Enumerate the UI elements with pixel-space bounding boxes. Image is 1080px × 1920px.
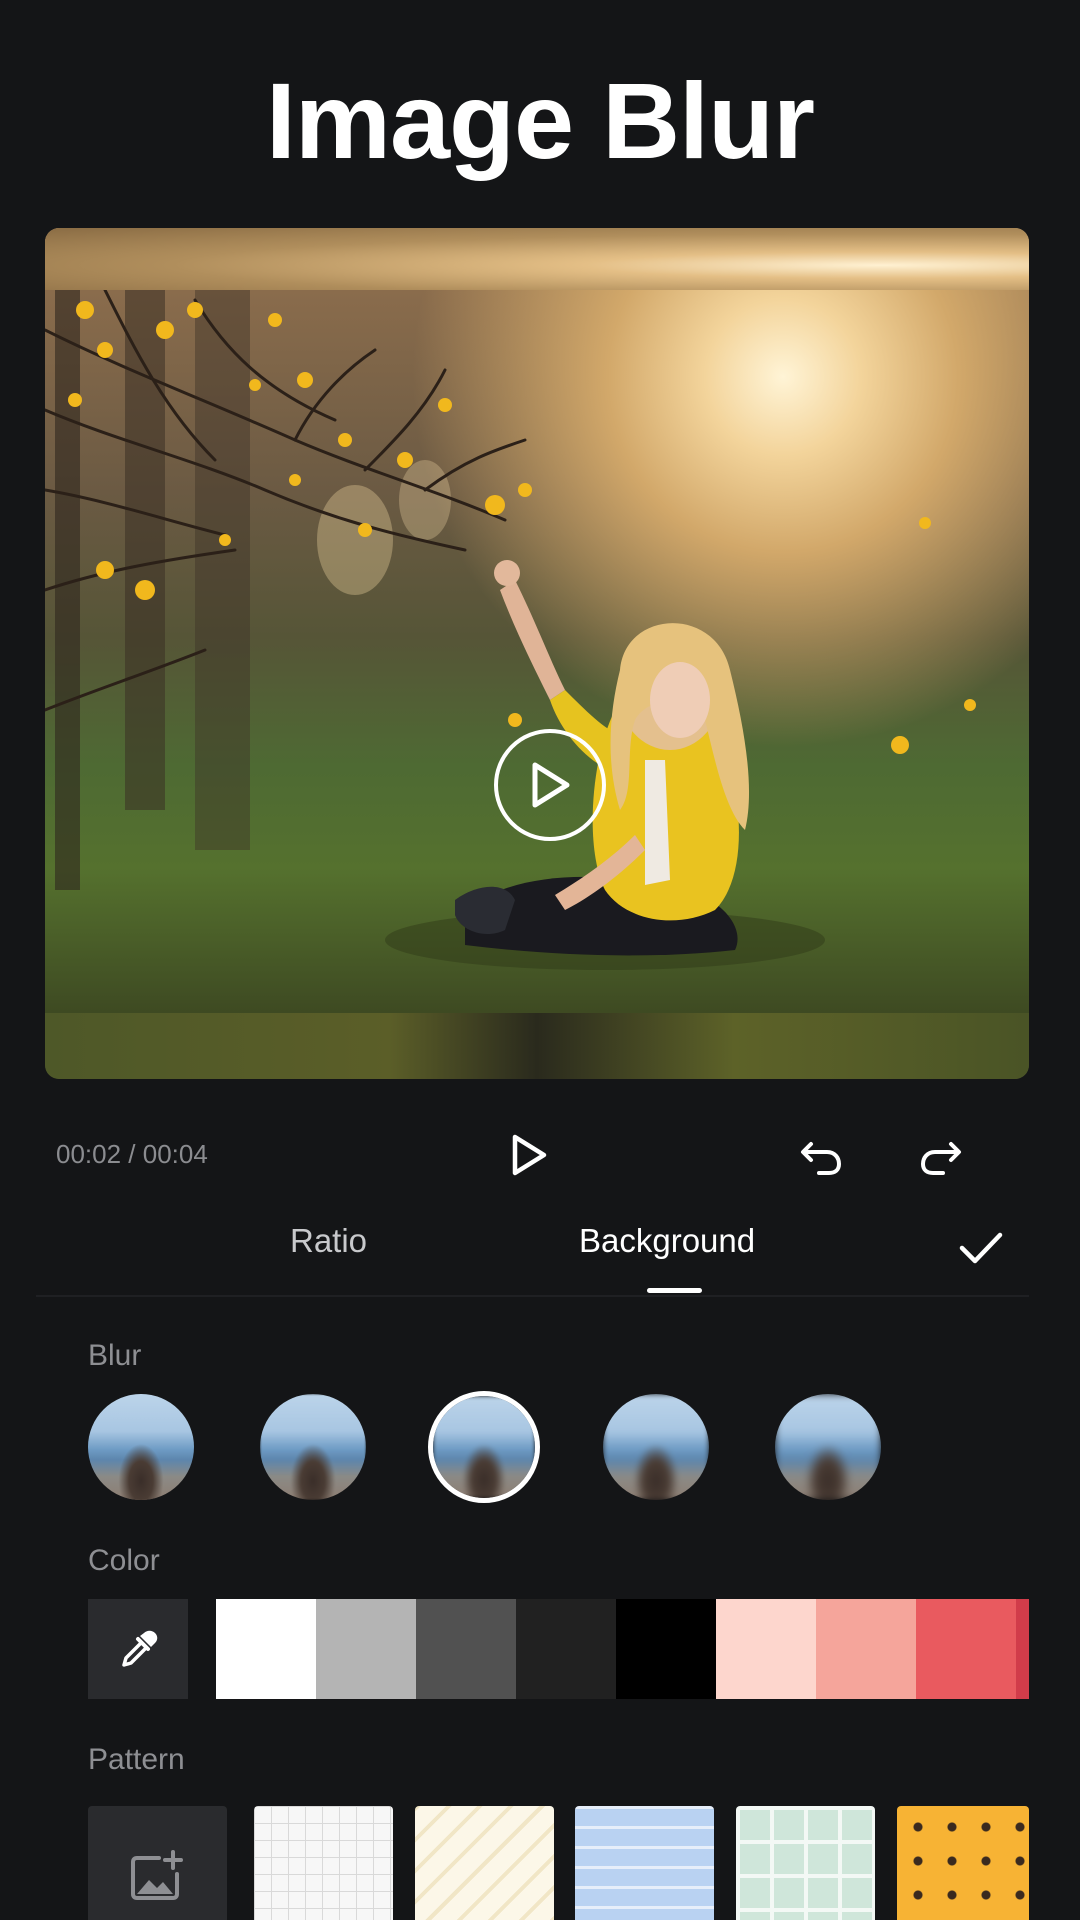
color-swatch[interactable] <box>816 1599 916 1699</box>
tab-ratio[interactable]: Ratio <box>290 1222 367 1260</box>
pattern-section-label: Pattern <box>88 1743 185 1776</box>
color-swatch[interactable] <box>616 1599 716 1699</box>
blur-thumbnail <box>88 1394 194 1500</box>
color-swatch[interactable] <box>716 1599 816 1699</box>
add-pattern-button[interactable] <box>88 1806 227 1920</box>
eyedropper-button[interactable] <box>88 1599 188 1699</box>
pattern-grid[interactable] <box>254 1806 393 1920</box>
undo-icon <box>801 1142 842 1175</box>
color-swatch[interactable] <box>316 1599 416 1699</box>
blur-option-4[interactable] <box>603 1394 709 1500</box>
blur-thumbnail <box>433 1396 535 1498</box>
page-title: Image Blur <box>265 60 815 181</box>
color-swatch[interactable] <box>216 1599 316 1699</box>
check-icon <box>959 1232 1003 1263</box>
tab-background[interactable]: Background <box>579 1222 755 1260</box>
color-swatch[interactable] <box>516 1599 616 1699</box>
play-button[interactable] <box>504 1130 554 1180</box>
pattern-polka-dots[interactable] <box>897 1806 1029 1920</box>
eyedropper-icon <box>122 1630 158 1667</box>
pattern-diagonal-lines[interactable] <box>415 1806 554 1920</box>
active-tab-indicator <box>647 1288 702 1293</box>
color-swatch[interactable] <box>916 1599 1016 1699</box>
video-preview[interactable] <box>45 228 1029 1079</box>
time-display: 00:02 / 00:04 <box>56 1139 208 1169</box>
blur-section-label: Blur <box>88 1339 142 1372</box>
blurred-background-bottom <box>45 1013 1029 1079</box>
blur-option-5[interactable] <box>775 1394 881 1500</box>
blur-thumbnail <box>603 1394 709 1500</box>
blurred-background-top <box>45 228 1029 290</box>
preview-play-button[interactable] <box>494 729 606 841</box>
blur-thumbnail <box>260 1394 366 1500</box>
redo-button[interactable] <box>915 1130 967 1182</box>
tab-divider <box>36 1295 1029 1297</box>
color-swatch[interactable] <box>416 1599 516 1699</box>
pattern-horizontal-stripes[interactable] <box>575 1806 714 1920</box>
color-swatches <box>216 1599 1029 1699</box>
color-section-label: Color <box>88 1544 160 1577</box>
play-icon <box>512 1134 547 1176</box>
girl-figure <box>385 560 825 970</box>
pattern-checker[interactable] <box>736 1806 875 1920</box>
blur-option-1[interactable] <box>88 1394 194 1500</box>
add-image-icon <box>130 1850 183 1900</box>
color-swatch[interactable] <box>1016 1599 1029 1699</box>
confirm-button[interactable] <box>956 1225 1006 1270</box>
play-icon <box>532 762 570 808</box>
undo-button[interactable] <box>795 1130 847 1182</box>
redo-icon <box>920 1142 961 1175</box>
preview-photo <box>45 290 1029 1013</box>
blur-option-3[interactable] <box>428 1391 540 1503</box>
blur-thumbnail <box>775 1394 881 1500</box>
blur-option-2[interactable] <box>260 1394 366 1500</box>
